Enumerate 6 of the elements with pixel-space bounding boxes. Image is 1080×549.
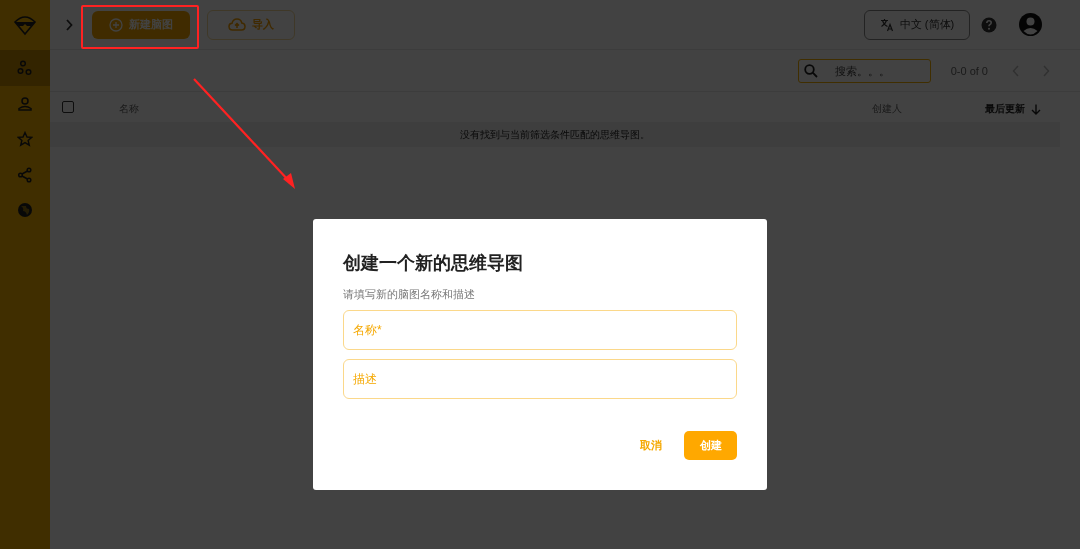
cancel-button[interactable]: 取消 (640, 434, 662, 457)
text-input-field[interactable]: 名称* (343, 310, 737, 350)
dialog-title: 创建一个新的思维导图 (343, 252, 524, 275)
create-button[interactable]: 创建 (684, 431, 737, 460)
dialog-subtitle: 请填写新的脑图名称和描述 (343, 287, 476, 302)
text-input-field[interactable]: 描述 (343, 359, 737, 399)
